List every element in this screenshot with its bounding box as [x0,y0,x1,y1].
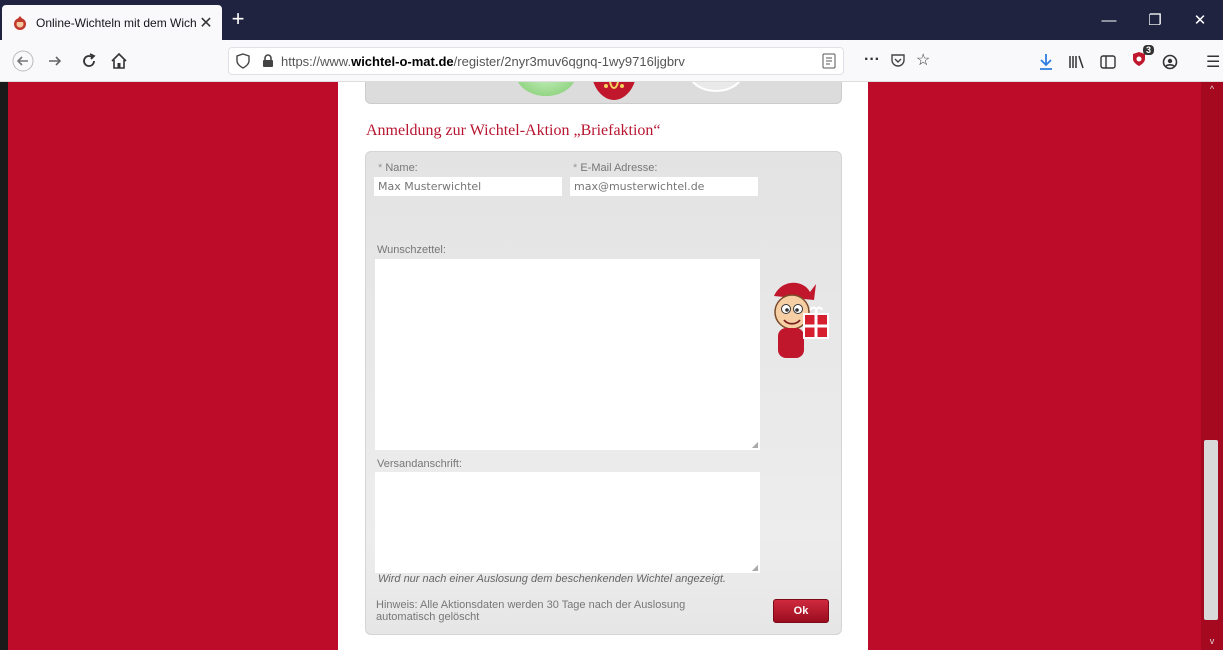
browser-titlebar: Online-Wichteln mit dem Wichtel-o-mat ✕ … [0,0,1223,40]
account-icon[interactable] [1162,54,1178,70]
library-icon[interactable] [1068,54,1086,70]
header-panel [365,82,842,104]
wichtel-favicon-icon [14,15,26,30]
step-indicator-green [516,82,576,96]
pocket-icon[interactable] [890,52,906,68]
reload-icon[interactable] [76,48,102,74]
home-icon[interactable] [106,48,132,74]
bookmark-star-icon[interactable]: ☆ [916,50,930,70]
extension-badge: 3 [1142,45,1154,55]
page-viewport: Anmeldung zur Wichtel-Aktion „Briefaktio… [0,82,1223,650]
scroll-up-icon[interactable]: ^ [1205,84,1219,96]
address-label: Versandanschrift: [377,458,462,470]
close-tab-icon[interactable]: ✕ [196,13,216,33]
browser-navbar: https://www.wichtel-o-mat.de/register/2n… [0,40,1223,82]
email-label-text: E-Mail Adresse: [580,162,658,174]
email-label: * E-Mail Adresse: [573,162,657,174]
close-window-icon[interactable]: ✕ [1179,0,1221,40]
url-text: https://www.wichtel-o-mat.de/register/2n… [281,54,685,69]
name-input[interactable] [374,177,562,196]
required-mark: * [378,162,383,174]
lock-icon[interactable] [261,54,275,68]
menu-icon[interactable]: ☰ [1206,52,1220,72]
santa-mascot-icon [593,82,635,100]
url-bar[interactable]: https://www.wichtel-o-mat.de/register/2n… [228,47,844,75]
extension-icon[interactable]: 3 [1130,45,1154,73]
url-path: /register/2nyr3muv6qgnq-1wy9716ljgbrv [453,53,685,69]
toolbar-right: 3 ☰ [1038,45,1220,73]
scroll-thumb[interactable] [1204,440,1218,620]
url-domain: wichtel-o-mat.de [351,53,454,69]
page-actions: ··· ☆ [864,50,930,70]
address-textarea[interactable]: ◢ [375,472,760,573]
reader-view-icon[interactable] [821,53,837,69]
sidebar-icon[interactable] [1100,54,1116,70]
browser-tab[interactable]: Online-Wichteln mit dem Wichtel-o-mat ✕ [2,5,222,40]
scroll-down-icon[interactable]: v [1205,636,1219,648]
retention-note: Hinweis: Alle Aktionsdaten werden 30 Tag… [376,599,686,623]
left-edge [0,82,8,650]
ok-button[interactable]: Ok [773,599,829,623]
resize-handle-icon[interactable]: ◢ [752,440,758,449]
email-input[interactable] [570,177,758,196]
wishlist-label: Wunschzettel: [377,244,446,256]
content-column: Anmeldung zur Wichtel-Aktion „Briefaktio… [338,82,868,650]
step-indicator-grey [688,82,744,92]
shield-icon[interactable] [235,53,251,69]
name-label-text: Name: [385,162,418,174]
back-icon[interactable] [10,48,36,74]
forward-icon[interactable] [42,48,68,74]
more-actions-icon[interactable]: ··· [864,51,880,69]
address-hint: Wird nur nach einer Auslosung dem besche… [378,573,726,585]
form-heading: Anmeldung zur Wichtel-Aktion „Briefaktio… [366,122,661,139]
required-mark: * [573,162,578,174]
minimize-icon[interactable]: — [1088,0,1130,40]
resize-handle-icon[interactable]: ◢ [752,563,758,572]
page-scrollbar[interactable]: ^ v [1201,82,1223,650]
download-icon[interactable] [1038,53,1054,71]
url-prefix: https://www. [281,53,352,69]
restore-icon[interactable]: ❐ [1134,0,1176,40]
new-tab-icon[interactable]: + [226,8,250,32]
registration-form: * Name: * E-Mail Adresse: Wunschzettel: … [365,151,842,635]
wishlist-textarea[interactable]: ◢ [375,259,760,450]
tab-title: Online-Wichteln mit dem Wichtel-o-mat [36,15,196,30]
name-label: * Name: [378,162,418,174]
elf-with-gift-icon [774,282,829,358]
